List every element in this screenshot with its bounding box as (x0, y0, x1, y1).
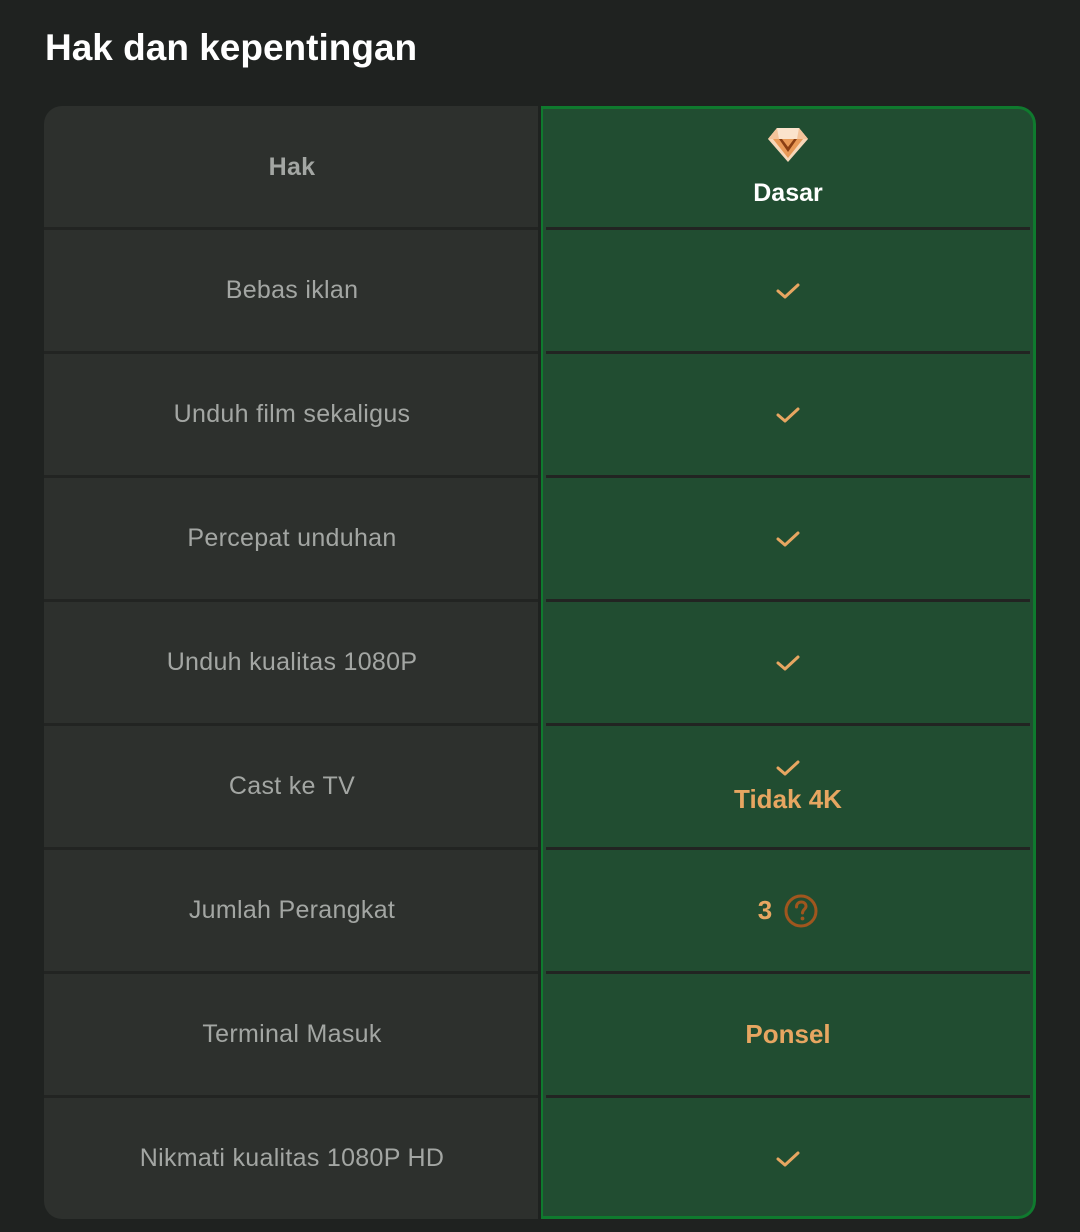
check-icon (776, 283, 800, 298)
check-icon (776, 407, 800, 422)
benefits-table: Hak Dasar Bebas iklan Unduh film sekalig… (44, 106, 1036, 1219)
table-row: Terminal Masuk Ponsel (44, 974, 1036, 1095)
check-icon (776, 655, 800, 670)
benefit-label: Unduh kualitas 1080P (166, 648, 418, 676)
benefit-value (540, 1098, 1036, 1219)
header-cell-plan[interactable]: Dasar (540, 106, 1036, 228)
benefit-label: Bebas iklan (225, 276, 359, 304)
benefit-label: Percepat unduhan (187, 524, 397, 552)
question-circle-icon[interactable] (784, 894, 818, 928)
header-benefit-label: Hak (268, 152, 316, 181)
cast-note: Tidak 4K (734, 784, 842, 814)
table-row: Unduh film sekaligus (44, 354, 1036, 475)
benefit-label: Terminal Masuk (202, 1020, 382, 1048)
benefit-label: Jumlah Perangkat (188, 896, 396, 924)
device-count: 3 (758, 894, 818, 928)
benefit-value: Ponsel (540, 974, 1036, 1095)
table-row: Unduh kualitas 1080P (44, 602, 1036, 723)
check-icon (776, 760, 800, 776)
benefit-label: Unduh film sekaligus (173, 400, 411, 428)
page-title: Hak dan kepentingan (45, 27, 418, 68)
benefit-value (540, 602, 1036, 723)
benefit-label: Nikmati kualitas 1080P HD (139, 1144, 445, 1172)
check-icon (776, 531, 800, 546)
benefit-value: 3 (540, 850, 1036, 971)
plan-name: Dasar (753, 179, 823, 207)
table-row: Jumlah Perangkat 3 (44, 850, 1036, 971)
benefit-value: Tidak 4K (540, 726, 1036, 847)
table-row: Nikmati kualitas 1080P HD (44, 1098, 1036, 1219)
table-row: Bebas iklan (44, 230, 1036, 351)
table-row: Percepat unduhan (44, 478, 1036, 599)
benefit-label: Cast ke TV (228, 772, 356, 800)
table-row: Cast ke TV Tidak 4K (44, 726, 1036, 847)
benefit-value (540, 230, 1036, 351)
table-header-row: Hak Dasar (44, 106, 1036, 228)
diamond-icon (767, 126, 809, 169)
check-icon (776, 1151, 800, 1166)
device-count-value: 3 (757, 895, 773, 925)
benefit-value (540, 478, 1036, 599)
header-cell-benefit: Hak (44, 106, 540, 228)
benefit-value (540, 354, 1036, 475)
login-terminal-value: Ponsel (745, 1019, 831, 1049)
